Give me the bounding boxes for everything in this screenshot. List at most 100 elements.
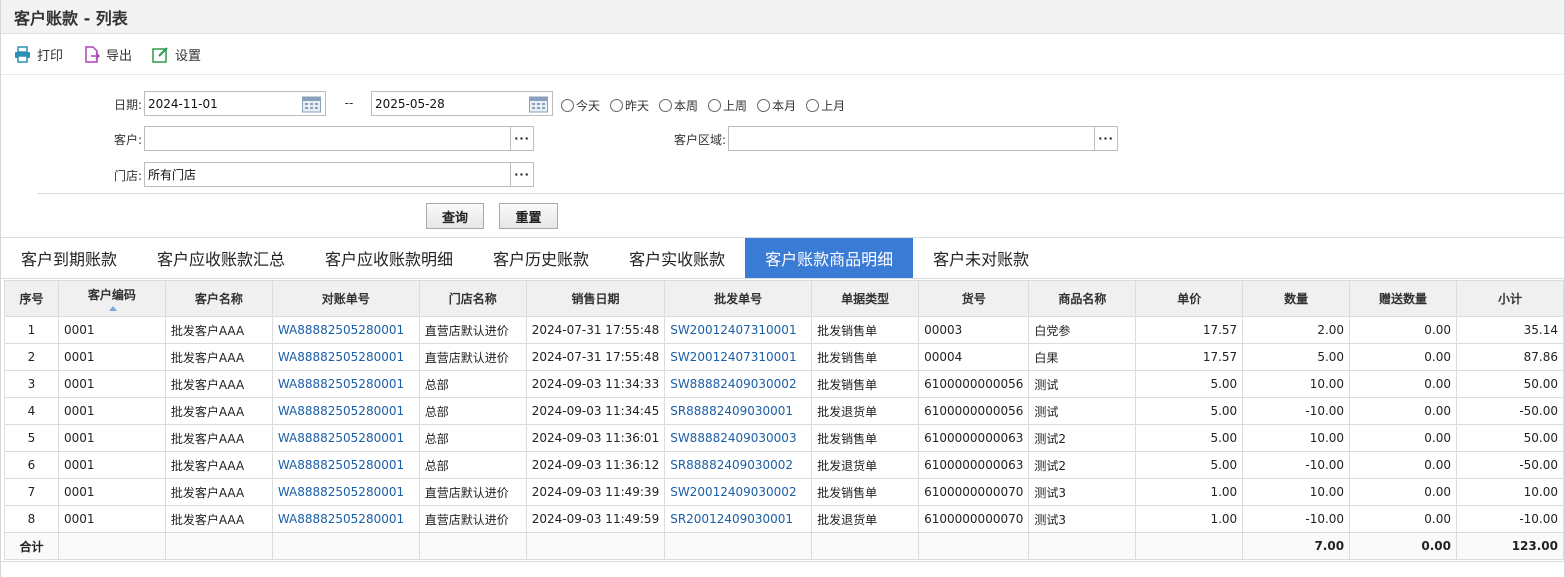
table-cell-link[interactable]: WA88882505280001	[271, 505, 420, 533]
column-header[interactable]: 序号	[4, 280, 59, 317]
data-grid: 序号 客户编码 客户名称 对账单号 门店名称 销售日期 批发单号 单据类型 货号 商品名称 单价 数量…	[4, 280, 1565, 560]
sort-ascending-icon[interactable]	[108, 306, 117, 311]
table-cell: 批发销售单	[811, 343, 920, 371]
column-header[interactable]: 客户编码	[57, 280, 166, 317]
date-from-value: 2024-11-01	[148, 96, 218, 111]
table-cell: 50.00	[1455, 370, 1565, 398]
table-cell: 批发客户AAA	[164, 505, 273, 533]
radio-today[interactable]: 今天	[561, 97, 600, 114]
radio-this-month[interactable]: 本月	[757, 97, 796, 114]
table-cell: 5.00	[1135, 424, 1244, 452]
tab-unreconciled[interactable]: 客户未对账款	[913, 238, 1049, 278]
table-row[interactable]: 6 0001 批发客户AAA WA88882505280001 总部 2024-09-03…	[4, 451, 1565, 479]
column-header[interactable]: 赠送数量	[1349, 280, 1457, 317]
filter-divider	[37, 193, 1564, 194]
table-cell: 17.57	[1135, 343, 1244, 371]
column-header[interactable]: 门店名称	[418, 280, 527, 317]
store-picker-button[interactable]: ···	[510, 163, 533, 186]
settings-label: 设置	[175, 48, 202, 64]
table-cell: 批发客户AAA	[164, 316, 273, 344]
export-button[interactable]: 导出	[83, 45, 132, 64]
table-cell-link[interactable]: SR88882409030002	[664, 451, 813, 479]
reset-button[interactable]: 重置	[499, 203, 558, 229]
table-cell-link[interactable]: WA88882505280001	[271, 343, 420, 371]
date-from-input[interactable]: 2024-11-01	[144, 91, 326, 116]
export-icon	[85, 45, 101, 63]
table-cell: 0.00	[1349, 343, 1457, 371]
column-header[interactable]: 单据类型	[811, 280, 920, 317]
column-header[interactable]: 小计	[1455, 280, 1565, 317]
settings-button[interactable]: 设置	[152, 45, 201, 64]
table-cell: 0.00	[1349, 451, 1457, 479]
table-cell-link[interactable]: SW88882409030003	[664, 424, 813, 452]
column-header[interactable]: 货号	[918, 280, 1030, 317]
tab-receivable-summary[interactable]: 客户应收账款汇总	[137, 238, 305, 278]
header-row: 序号 客户编码 客户名称 对账单号 门店名称 销售日期 批发单号 单据类型 货号 商品名称 单价 数量…	[4, 280, 1565, 317]
table-row[interactable]: 2 0001 批发客户AAA WA88882505280001 直营店默认进价 2024-…	[4, 343, 1565, 371]
table-cell: 10.00	[1242, 478, 1351, 506]
column-header[interactable]: 数量	[1242, 280, 1351, 317]
tab-bar: 客户到期账款 客户应收账款汇总 客户应收账款明细 客户历史账款 客户实收账款 客…	[1, 237, 1564, 279]
tab-due-accounts[interactable]: 客户到期账款	[1, 238, 137, 278]
column-header[interactable]: 客户名称	[164, 280, 273, 317]
date-to-input[interactable]: 2025-05-28	[371, 91, 553, 116]
column-header[interactable]: 销售日期	[525, 280, 666, 317]
radio-last-month[interactable]: 上月	[806, 97, 845, 114]
store-input[interactable]: 所有门店 ···	[144, 162, 534, 187]
tab-history-accounts[interactable]: 客户历史账款	[473, 238, 609, 278]
table-cell: 0.00	[1349, 316, 1457, 344]
table-row[interactable]: 4 0001 批发客户AAA WA88882505280001 总部 2024-09-03…	[4, 397, 1565, 425]
total-row: 合计 7.00 0.00 123.00	[4, 532, 1565, 560]
column-header[interactable]: 商品名称	[1028, 280, 1137, 317]
radio-circle	[708, 99, 722, 112]
table-cell-link[interactable]: WA88882505280001	[271, 397, 420, 425]
table-cell-link[interactable]: WA88882505280001	[271, 316, 420, 344]
table-cell: 8	[4, 505, 59, 533]
radio-this-week[interactable]: 本周	[659, 97, 698, 114]
table-cell: 直营店默认进价	[418, 343, 527, 371]
table-cell-link[interactable]: SW88882409030002	[664, 370, 813, 398]
horizontal-scrollbar[interactable]	[1, 561, 1564, 577]
radio-yesterday[interactable]: 昨天	[610, 97, 649, 114]
column-header[interactable]: 对账单号	[271, 280, 420, 317]
table-row[interactable]: 8 0001 批发客户AAA WA88882505280001 直营店默认进价 2024-…	[4, 505, 1565, 533]
tab-received-accounts[interactable]: 客户实收账款	[609, 238, 745, 278]
table-cell-link[interactable]: WA88882505280001	[271, 424, 420, 452]
table-cell: 00004	[918, 343, 1030, 371]
print-button[interactable]: 打印	[14, 45, 63, 64]
calendar-icon[interactable]	[529, 95, 548, 113]
tab-goods-detail[interactable]: 客户账款商品明细	[745, 238, 914, 278]
table-cell: 2.00	[1242, 316, 1351, 344]
customer-input[interactable]: ···	[144, 126, 534, 151]
table-row[interactable]: 1 0001 批发客户AAA WA88882505280001 直营店默认进价 2024-…	[4, 316, 1565, 344]
query-button[interactable]: 查询	[426, 203, 484, 229]
table-cell-link[interactable]: SW20012409030002	[664, 478, 813, 506]
radio-label: 今天	[576, 99, 601, 113]
table-row[interactable]: 3 0001 批发客户AAA WA88882505280001 总部 2024-09-03…	[4, 370, 1565, 398]
table-cell: 测试3	[1028, 478, 1137, 506]
date-to-value: 2025-05-28	[375, 96, 445, 111]
column-header[interactable]: 批发单号	[664, 280, 813, 317]
table-row[interactable]: 7 0001 批发客户AAA WA88882505280001 直营店默认进价 2024-…	[4, 478, 1565, 506]
table-cell: 5.00	[1242, 343, 1351, 371]
customer-picker-button[interactable]: ···	[510, 127, 533, 150]
table-cell: -50.00	[1455, 397, 1565, 425]
total-cell	[1028, 532, 1137, 560]
column-header[interactable]: 单价	[1135, 280, 1244, 317]
region-input[interactable]: ···	[728, 126, 1118, 151]
calendar-icon[interactable]	[302, 95, 321, 113]
table-cell: 2024-09-03 11:34:33	[525, 370, 666, 398]
region-picker-button[interactable]: ···	[1094, 127, 1117, 150]
table-cell-link[interactable]: SR88882409030001	[664, 397, 813, 425]
table-cell-link[interactable]: WA88882505280001	[271, 370, 420, 398]
table-cell-link[interactable]: SW20012407310001	[664, 343, 813, 371]
table-cell-link[interactable]: WA88882505280001	[271, 451, 420, 479]
table-cell-link[interactable]: WA88882505280001	[271, 478, 420, 506]
radio-last-week[interactable]: 上周	[708, 97, 747, 114]
table-cell: 直营店默认进价	[418, 478, 527, 506]
print-label: 打印	[37, 48, 64, 64]
table-row[interactable]: 5 0001 批发客户AAA WA88882505280001 总部 2024-09-03…	[4, 424, 1565, 452]
table-cell-link[interactable]: SW20012407310001	[664, 316, 813, 344]
table-cell-link[interactable]: SR20012409030001	[664, 505, 813, 533]
tab-receivable-detail[interactable]: 客户应收账款明细	[305, 238, 473, 278]
